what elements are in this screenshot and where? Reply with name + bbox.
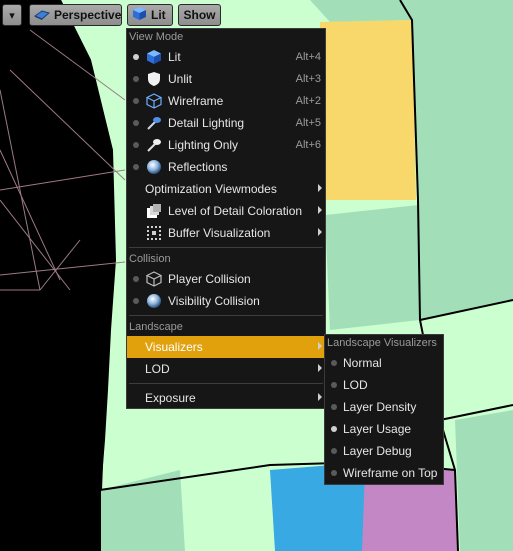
radio-indicator	[331, 448, 337, 454]
player-collision-icon	[145, 271, 163, 287]
view-mode-wireframe[interactable]: Wireframe Alt+2	[127, 90, 325, 112]
menu-separator	[129, 315, 323, 316]
shortcut-label: Alt+3	[295, 73, 321, 85]
lod-coloration-icon	[146, 203, 162, 219]
viewport-options-dropdown[interactable]: ▾	[2, 4, 22, 26]
lit-cube-icon	[146, 49, 162, 65]
section-header-view-mode: View Mode	[129, 31, 184, 43]
view-mode-label: Lit	[151, 8, 166, 22]
menu-item-label: Level of Detail Coloration	[168, 204, 303, 218]
detail-lighting-icon	[146, 115, 162, 131]
radio-indicator	[133, 142, 139, 148]
exposure-submenu[interactable]: Exposure	[127, 387, 325, 409]
radio-indicator	[331, 382, 337, 388]
perspective-label: Perspective	[54, 8, 122, 22]
radio-indicator	[331, 360, 337, 366]
visualizer-normal[interactable]: Normal	[325, 352, 443, 374]
menu-item-label: Wireframe on Top	[343, 466, 438, 480]
visualizer-layer-debug[interactable]: Layer Debug	[325, 440, 443, 462]
view-mode-menu: View Mode Lit Alt+4 Unlit Alt+3 Wirefram…	[126, 28, 326, 409]
buffer-visualization-submenu[interactable]: Buffer Visualization	[127, 222, 325, 244]
chevron-right-icon	[318, 342, 322, 350]
view-mode-unlit[interactable]: Unlit Alt+3	[127, 68, 325, 90]
chevron-right-icon	[318, 393, 322, 401]
menu-item-label: Exposure	[145, 391, 196, 405]
radio-indicator	[331, 404, 337, 410]
visualizer-layer-density[interactable]: Layer Density	[325, 396, 443, 418]
show-label: Show	[183, 8, 216, 22]
optimization-viewmodes-submenu[interactable]: Optimization Viewmodes	[127, 178, 325, 200]
visualizer-layer-usage[interactable]: Layer Usage	[325, 418, 443, 440]
reflections-sphere-icon	[146, 159, 162, 175]
menu-item-label: Visualizers	[145, 340, 203, 354]
chevron-right-icon	[318, 184, 322, 192]
menu-item-label: Buffer Visualization	[168, 226, 271, 240]
lod-coloration-submenu[interactable]: Level of Detail Coloration	[127, 200, 325, 222]
chevron-right-icon	[318, 364, 322, 372]
radio-indicator	[133, 76, 139, 82]
menu-item-label: Reflections	[168, 160, 228, 174]
menu-item-label: LOD	[343, 378, 368, 392]
terrain-green-region-lower-right	[455, 410, 513, 551]
radio-indicator	[133, 98, 139, 104]
shortcut-label: Alt+2	[295, 95, 321, 107]
menu-separator	[129, 247, 323, 248]
terrain-green-region-middle	[325, 205, 420, 330]
lod-submenu[interactable]: LOD	[127, 358, 325, 380]
menu-item-label: Lighting Only	[168, 138, 239, 152]
shortcut-label: Alt+5	[295, 117, 321, 129]
visualizer-wireframe-on-top[interactable]: Wireframe on Top	[325, 462, 443, 484]
menu-item-label: Optimization Viewmodes	[145, 182, 277, 196]
radio-indicator	[133, 120, 139, 126]
view-mode-detail-lighting[interactable]: Detail Lighting Alt+5	[127, 112, 325, 134]
menu-item-label: Layer Debug	[343, 444, 412, 458]
buffer-visualization-icon	[146, 225, 162, 241]
section-header-collision: Collision	[129, 253, 171, 265]
menu-item-label: Layer Density	[343, 400, 417, 414]
view-mode-lit[interactable]: Lit Alt+4	[127, 46, 325, 68]
lit-cube-icon	[132, 6, 147, 24]
radio-indicator	[331, 426, 337, 432]
view-mode-button[interactable]: Lit	[127, 4, 173, 26]
terrain-green-region-right	[405, 0, 513, 320]
menu-item-label: Detail Lighting	[168, 116, 245, 130]
shortcut-label: Alt+6	[295, 139, 321, 151]
menu-item-label: Lit	[168, 50, 181, 64]
lighting-only-icon	[146, 137, 162, 153]
landscape-visualizers-menu: Landscape Visualizers Normal LOD Layer D…	[324, 334, 444, 485]
radio-indicator	[133, 54, 139, 60]
visibility-collision-sphere-icon	[146, 293, 162, 309]
chevron-right-icon	[318, 206, 322, 214]
perspective-cube-icon	[33, 7, 51, 24]
menu-item-label: Normal	[343, 356, 382, 370]
show-button[interactable]: Show	[178, 4, 221, 26]
visualizer-lod[interactable]: LOD	[325, 374, 443, 396]
menu-item-label: LOD	[145, 362, 170, 376]
menu-item-label: Player Collision	[168, 272, 251, 286]
chevron-down-icon: ▾	[9, 9, 15, 22]
wireframe-cube-icon	[145, 93, 163, 109]
chevron-right-icon	[318, 228, 322, 236]
radio-indicator	[331, 470, 337, 476]
view-mode-visibility-collision[interactable]: Visibility Collision	[127, 290, 325, 312]
radio-indicator	[133, 276, 139, 282]
menu-item-label: Layer Usage	[343, 422, 412, 436]
unlit-shield-icon	[146, 71, 162, 87]
shortcut-label: Alt+4	[295, 51, 321, 63]
section-header-landscape: Landscape	[129, 321, 183, 333]
menu-item-label: Wireframe	[168, 94, 224, 108]
radio-indicator	[133, 298, 139, 304]
submenu-header: Landscape Visualizers	[327, 337, 437, 349]
terrain-yellow-region	[320, 20, 416, 200]
menu-separator	[129, 383, 323, 384]
menu-item-label: Visibility Collision	[168, 294, 260, 308]
radio-indicator	[133, 164, 139, 170]
visualizers-submenu[interactable]: Visualizers	[127, 336, 325, 358]
view-mode-player-collision[interactable]: Player Collision	[127, 268, 325, 290]
view-mode-lighting-only[interactable]: Lighting Only Alt+6	[127, 134, 325, 156]
perspective-button[interactable]: Perspective	[29, 4, 122, 26]
menu-item-label: Unlit	[168, 72, 193, 86]
view-mode-reflections[interactable]: Reflections	[127, 156, 325, 178]
